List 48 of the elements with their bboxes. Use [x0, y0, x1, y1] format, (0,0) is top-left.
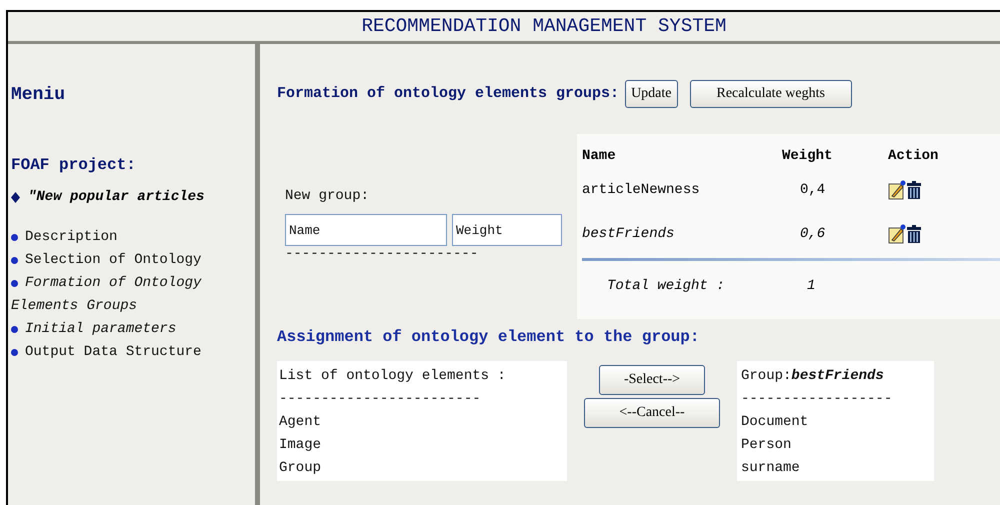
list-item[interactable]: Agent — [279, 411, 567, 434]
dashed-separator: ------------------------ — [279, 390, 482, 409]
menu-bullet-icon — [11, 234, 18, 241]
pencil-note-icon[interactable] — [888, 224, 906, 244]
trash-icon[interactable] — [907, 180, 921, 200]
column-header: Action — [888, 146, 938, 166]
name-field[interactable]: Name — [285, 214, 447, 246]
menu-link[interactable]: Description — [11, 226, 255, 249]
select-button[interactable]: -Select--> — [599, 365, 705, 395]
menu-link[interactable]: Formation of Ontology Elements Groups — [11, 272, 255, 318]
total-label: Total weight : — [607, 276, 726, 296]
column-header: Name — [582, 146, 617, 166]
table-cell-text: articleNewness — [582, 180, 701, 200]
diamond-icon — [11, 192, 20, 203]
weight-field[interactable]: Weight — [452, 214, 562, 246]
list-item[interactable]: surname — [741, 457, 934, 480]
list-item[interactable]: Document — [741, 411, 934, 434]
trash-icon[interactable] — [907, 224, 921, 244]
table-cell-text: 0,6 — [799, 224, 826, 244]
dashed-separator: ----------------------- — [285, 246, 480, 262]
menu-bullet-icon — [11, 280, 18, 287]
new-group-label: New group: — [285, 187, 370, 206]
list-item[interactable]: Group — [279, 457, 567, 480]
project-heading: FOAF project: — [11, 155, 137, 176]
group-heading: Group:bestFriends — [741, 367, 885, 386]
list-item[interactable]: Person — [741, 434, 934, 457]
project-link[interactable]: "New popular articles — [28, 187, 204, 208]
menu-bullet-icon — [11, 326, 18, 333]
table-cell-text: 0,4 — [799, 180, 826, 200]
section-title: Formation of ontology elements groups: — [277, 84, 620, 104]
list-item[interactable]: Image — [279, 434, 567, 457]
recalculate-button[interactable]: Recalculate weghts — [690, 80, 852, 108]
pencil-note-icon[interactable] — [888, 180, 906, 200]
table-cell-text: bestFriends — [582, 224, 676, 244]
cancel-button[interactable]: <--Cancel-- — [584, 398, 720, 428]
column-header: Weight — [782, 146, 834, 166]
total-value: 1 — [807, 276, 816, 296]
menu-bullet-icon — [11, 349, 18, 356]
dashed-separator: ------------------ — [741, 390, 894, 409]
menu-link[interactable]: Initial parameters — [11, 318, 255, 341]
update-button[interactable]: Update — [625, 80, 678, 108]
menu-heading: Meniu — [11, 84, 66, 107]
section-title: Assignment of ontology element to the group: — [277, 327, 700, 348]
list-heading: List of ontology elements : — [279, 367, 507, 386]
menu-bullet-icon — [11, 257, 18, 264]
menu-link[interactable]: Output Data Structure — [11, 341, 255, 364]
menu-link[interactable]: Selection of Ontology — [11, 249, 255, 272]
page-title: RECOMMENDATION MANAGEMENT SYSTEM — [360, 14, 726, 40]
